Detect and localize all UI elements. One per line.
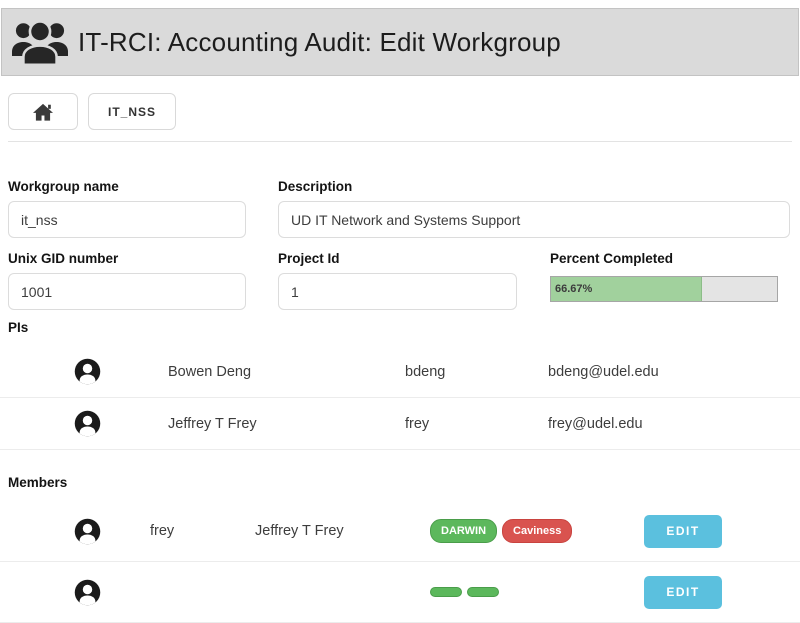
cluster-badge <box>467 587 499 597</box>
pis-heading: PIs <box>8 320 792 335</box>
person-avatar-icon <box>74 410 101 437</box>
pi-email: bdeng@udel.edu <box>548 364 800 380</box>
cluster-badge <box>430 587 462 597</box>
form-row-1: Workgroup name Description <box>8 179 790 238</box>
percent-completed-label: Percent Completed <box>550 251 778 266</box>
member-row: frey Jeffrey T Frey DARWIN Caviness EDIT <box>0 501 800 562</box>
edit-member-button[interactable]: EDIT <box>644 515 722 548</box>
project-id-input[interactable] <box>278 273 517 310</box>
project-id-label: Project Id <box>278 251 517 266</box>
breadcrumb: IT_NSS <box>8 93 792 130</box>
progressbar-value: 66.67% <box>551 283 592 295</box>
members-table: frey Jeffrey T Frey DARWIN Caviness EDIT… <box>0 501 800 623</box>
unix-gid-input[interactable] <box>8 273 246 310</box>
home-button[interactable] <box>8 93 78 130</box>
member-cluster-badges: DARWIN Caviness <box>430 519 572 543</box>
pi-email: frey@udel.edu <box>548 416 800 432</box>
pi-name: Bowen Deng <box>168 364 405 380</box>
percent-completed-progressbar: 66.67% <box>550 276 778 302</box>
users-group-icon <box>12 17 68 67</box>
pi-row: Jeffrey T Frey frey frey@udel.edu <box>0 398 800 450</box>
pi-row: Bowen Deng bdeng bdeng@udel.edu <box>0 346 800 398</box>
pi-username: bdeng <box>405 364 548 380</box>
app-header: IT-RCI: Accounting Audit: Edit Workgroup <box>1 8 799 76</box>
pi-name: Jeffrey T Frey <box>168 416 405 432</box>
page-title: IT-RCI: Accounting Audit: Edit Workgroup <box>78 27 561 58</box>
header-divider <box>8 141 792 142</box>
form-row-2: Unix GID number Project Id Percent Compl… <box>8 251 790 310</box>
home-icon <box>32 102 54 122</box>
member-row: EDIT <box>0 562 800 623</box>
cluster-badge-darwin: DARWIN <box>430 519 497 543</box>
cluster-badge-caviness: Caviness <box>502 519 572 543</box>
person-avatar-icon <box>74 518 101 545</box>
members-heading: Members <box>8 475 792 490</box>
pis-table: Bowen Deng bdeng bdeng@udel.edu Jeffrey … <box>0 346 800 450</box>
description-label: Description <box>278 179 790 194</box>
member-name: Jeffrey T Frey <box>255 523 430 539</box>
progressbar-fill: 66.67% <box>551 277 702 301</box>
breadcrumb-workgroup-button[interactable]: IT_NSS <box>88 93 176 130</box>
workgroup-name-input[interactable] <box>8 201 246 238</box>
member-cluster-badges <box>430 587 499 597</box>
description-input[interactable] <box>278 201 790 238</box>
person-avatar-icon <box>74 358 101 385</box>
person-avatar-icon <box>74 579 101 606</box>
edit-member-button[interactable]: EDIT <box>644 576 722 609</box>
member-username: frey <box>150 523 255 539</box>
workgroup-name-label: Workgroup name <box>8 179 246 194</box>
pi-username: frey <box>405 416 548 432</box>
unix-gid-label: Unix GID number <box>8 251 246 266</box>
